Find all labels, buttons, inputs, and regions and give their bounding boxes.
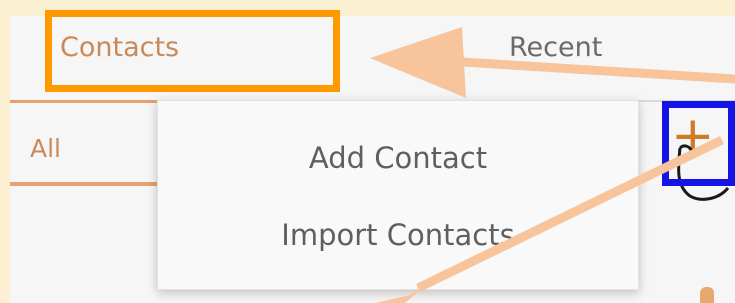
arrow-to-contacts [429, 55, 735, 84]
annotation-arrows [370, 27, 735, 303]
arrow-head-contacts [370, 27, 466, 98]
arrow-to-menu [416, 135, 724, 293]
partial-icon [700, 287, 714, 303]
